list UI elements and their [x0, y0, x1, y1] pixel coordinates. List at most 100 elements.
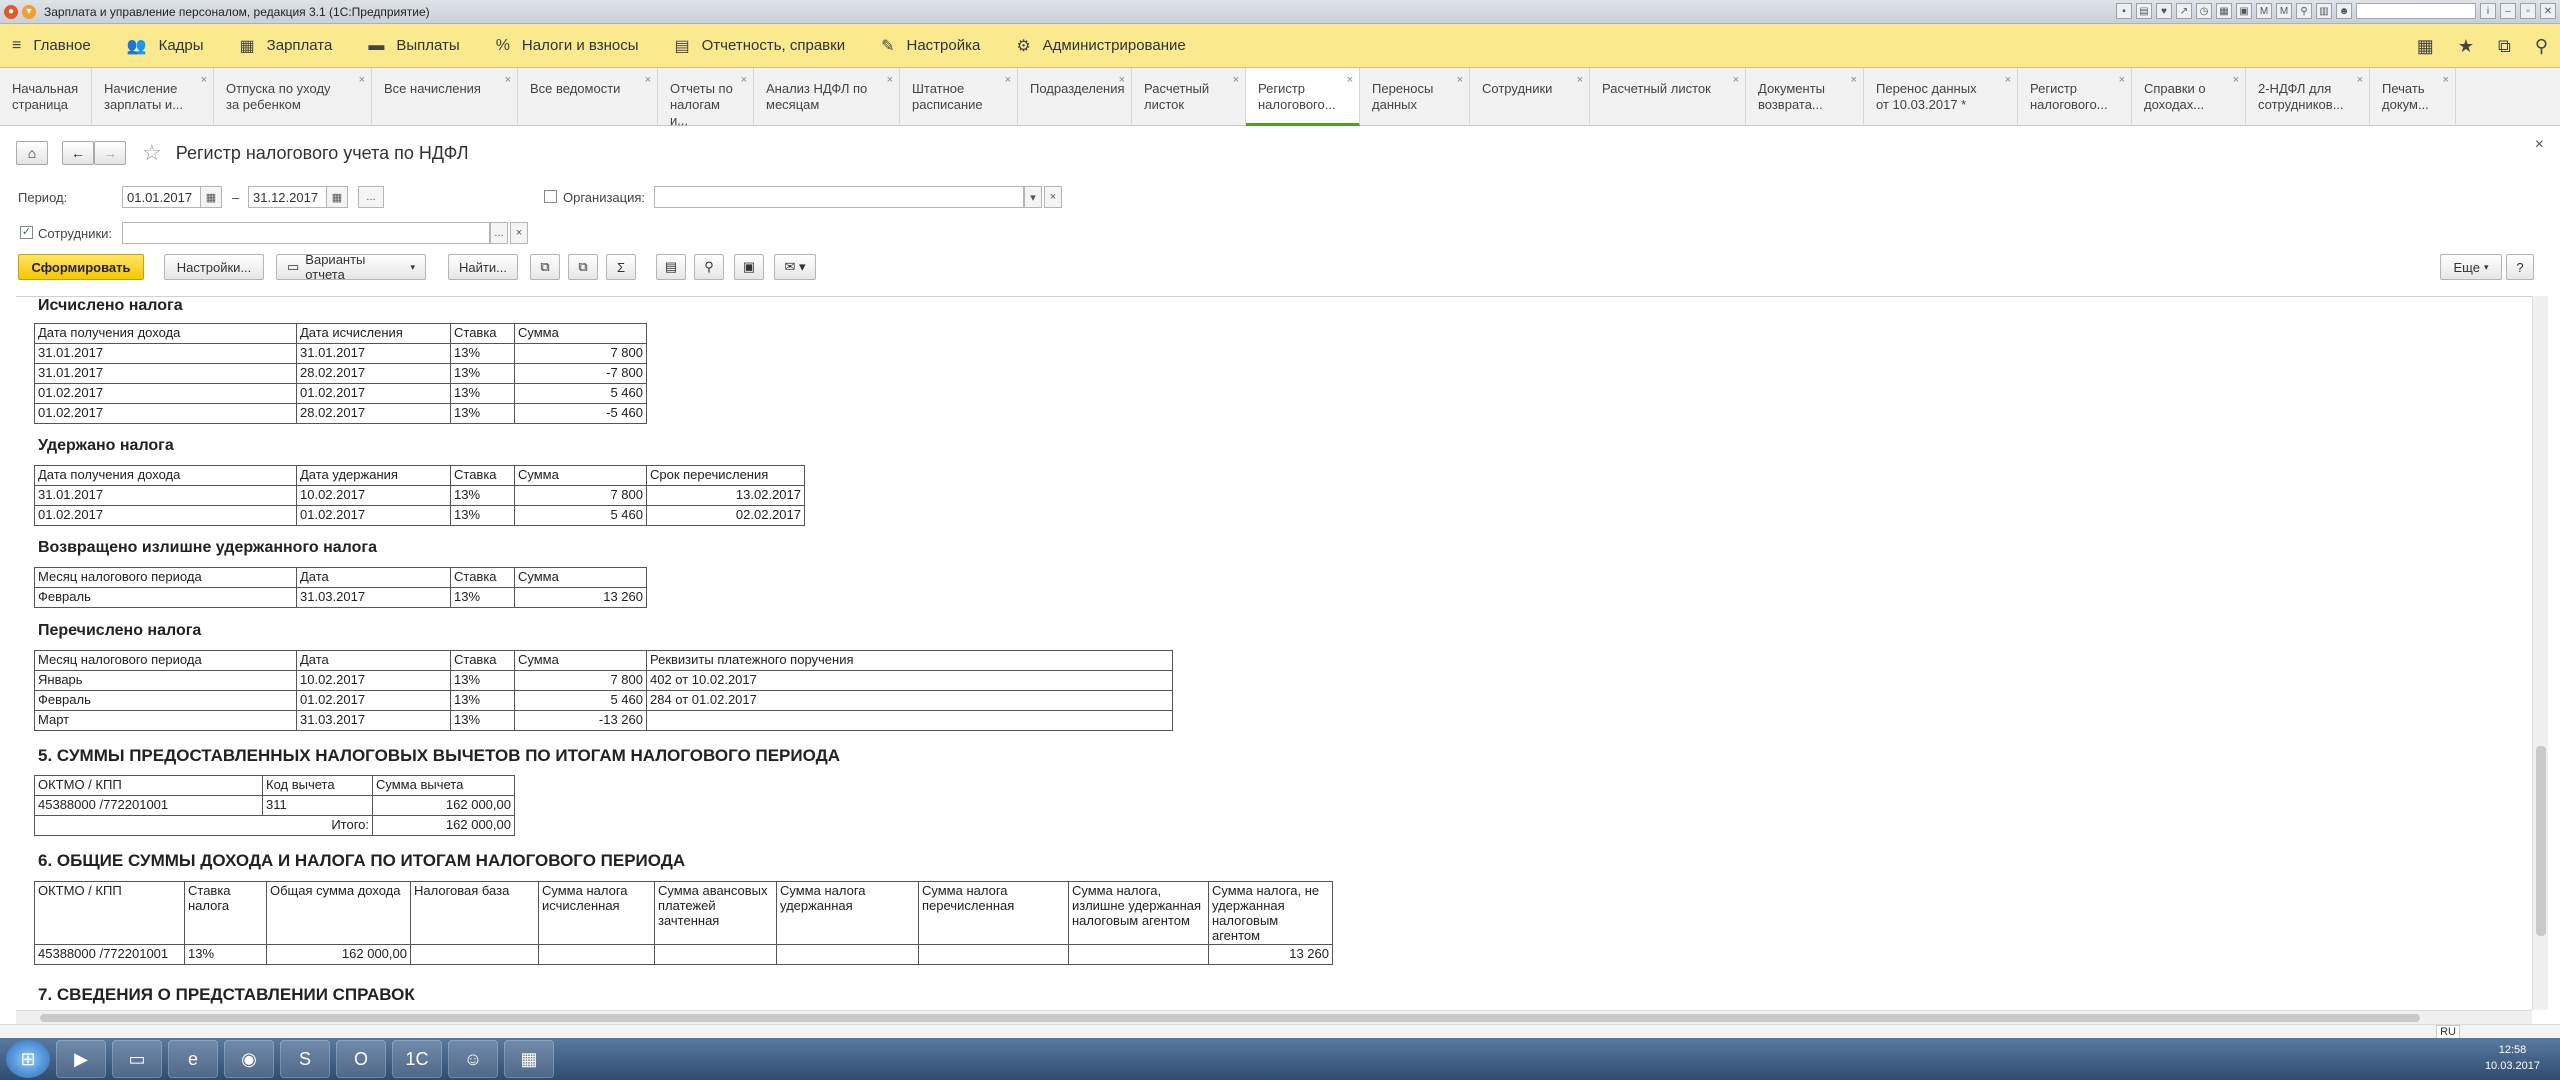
tab-10[interactable]: Расчетный листок ×	[1132, 68, 1246, 126]
tab-17[interactable]: Регистр налогового... ×	[2018, 68, 2132, 126]
tab-1[interactable]: Начальная страница	[0, 68, 92, 126]
save-icon[interactable]: ▣	[734, 254, 764, 280]
history-icon[interactable]: ⧉	[2498, 36, 2511, 57]
start-button-icon[interactable]: ⊞	[6, 1040, 50, 1078]
tab-7[interactable]: Анализ НДФЛ по месяцам ×	[754, 68, 900, 126]
media-player-icon[interactable]: ▶	[56, 1040, 106, 1078]
tab-16[interactable]: Перенос данных от 10.03.2017 * ×	[1864, 68, 2018, 126]
1c-enterprise-icon[interactable]: 1C	[392, 1040, 442, 1078]
section-taxes[interactable]: % Налоги и взносы	[496, 37, 639, 55]
tab-close-icon[interactable]: ×	[887, 72, 893, 88]
info-icon[interactable]: i	[2480, 3, 2496, 19]
tab-20[interactable]: Печать докум... ×	[2370, 68, 2456, 126]
tab-2[interactable]: Начисление зарплаты и... ×	[92, 68, 214, 126]
save-icon[interactable]: ▪	[2116, 3, 2132, 19]
panels-icon[interactable]: ▥	[2316, 3, 2332, 19]
app-menu-icon[interactable]: ●	[4, 4, 18, 19]
tab-close-icon[interactable]: ×	[1233, 72, 1239, 88]
tab-14[interactable]: Расчетный листок ×	[1590, 68, 1746, 126]
clear-icon[interactable]: ×	[1044, 186, 1062, 208]
calendar-icon[interactable]: ▦	[326, 186, 348, 208]
tab-5[interactable]: Все ведомости ×	[518, 68, 658, 126]
print-icon[interactable]: ▤	[656, 254, 686, 280]
report-variants-button[interactable]: ▭ Варианты отчета ▾	[276, 252, 426, 282]
settings-button[interactable]: Настройки...	[164, 254, 264, 280]
forward-button[interactable]: →	[94, 141, 126, 165]
tab-3[interactable]: Отпуска по уходу за ребенком ×	[214, 68, 372, 126]
minimize-icon[interactable]: –	[2500, 3, 2516, 19]
tab-close-icon[interactable]: ×	[359, 72, 365, 88]
tab-9[interactable]: Подразделения ×	[1018, 68, 1132, 126]
tab-close-icon[interactable]: ×	[1457, 72, 1463, 88]
tab-close-icon[interactable]: ×	[201, 72, 207, 88]
employees-select-button[interactable]: ...	[490, 222, 508, 244]
tab-19[interactable]: 2-НДФЛ для сотрудников... ×	[2246, 68, 2370, 126]
favorites-icon[interactable]: ♥	[2156, 3, 2172, 19]
spreadsheet-icon[interactable]: ▦	[504, 1040, 554, 1078]
generate-button[interactable]: Сформировать	[18, 254, 144, 280]
tab-close-icon[interactable]: ×	[2005, 72, 2011, 88]
clear-icon[interactable]: ×	[510, 222, 528, 244]
tab-12[interactable]: Переносы данных ×	[1360, 68, 1470, 126]
tab-close-icon[interactable]: ×	[1347, 72, 1353, 88]
bookmark-plus-icon[interactable]: M	[2276, 3, 2292, 19]
tab-15[interactable]: Документы возврата... ×	[1746, 68, 1864, 126]
more-button[interactable]: Еще ▾	[2440, 254, 2502, 280]
employees-field[interactable]	[122, 222, 490, 244]
tab-close-icon[interactable]: ×	[1851, 72, 1857, 88]
tab-close-icon[interactable]: ×	[2119, 72, 2125, 88]
find-button[interactable]: Найти...	[448, 254, 518, 280]
section-reports[interactable]: ▤ Отчетность, справки	[675, 36, 846, 56]
skype-icon[interactable]: S	[280, 1040, 330, 1078]
section-salary[interactable]: ▦ Зарплата	[240, 36, 333, 56]
tab-close-icon[interactable]: ×	[1733, 72, 1739, 88]
tab-18[interactable]: Справки о доходах... ×	[2132, 68, 2246, 126]
tab-6[interactable]: Отчеты по налогам и... ×	[658, 68, 754, 128]
tab-close-icon[interactable]: ×	[2357, 72, 2363, 88]
link-icon[interactable]: ↗	[2176, 3, 2192, 19]
tab-11[interactable]: Регистр налогового... ×	[1246, 68, 1360, 126]
tab-close-icon[interactable]: ×	[1005, 72, 1011, 88]
all-functions-icon[interactable]: ▦	[2417, 36, 2434, 57]
period-select-button[interactable]: ...	[358, 186, 384, 208]
section-admin[interactable]: ⚙ Администрирование	[1016, 36, 1185, 56]
organization-field[interactable]	[654, 186, 1024, 208]
app-dropdown-icon[interactable]: ▾	[22, 4, 36, 19]
close-form-icon[interactable]: ×	[2535, 136, 2544, 154]
section-settings[interactable]: ✎ Настройка	[881, 36, 980, 56]
preview-icon[interactable]: ⚲	[694, 254, 724, 280]
sum-icon[interactable]: Σ	[606, 254, 636, 280]
user-icon[interactable]: ☻	[2336, 3, 2352, 19]
close-icon[interactable]: ✕	[2540, 3, 2556, 19]
language-indicator[interactable]: RU	[2436, 1025, 2460, 1039]
bookmark-icon[interactable]: M	[2256, 3, 2272, 19]
employees-checkbox[interactable]: ✓	[20, 226, 33, 239]
agent-icon[interactable]: ☺	[448, 1040, 498, 1078]
outlook-icon[interactable]: O	[336, 1040, 386, 1078]
tab-close-icon[interactable]: ×	[2443, 72, 2449, 88]
section-main[interactable]: ≡ Главное	[12, 37, 91, 55]
tab-close-icon[interactable]: ×	[645, 72, 651, 88]
mail-icon[interactable]: ✉ ▾	[774, 254, 816, 280]
tab-4[interactable]: Все начисления ×	[372, 68, 518, 126]
section-payments[interactable]: ▬ Выплаты	[368, 37, 459, 55]
vertical-scrollbar[interactable]	[2532, 296, 2548, 1010]
expand-groups-icon[interactable]: ⧉	[530, 254, 560, 280]
favorites-star-icon[interactable]: ★	[2458, 36, 2474, 57]
section-hr[interactable]: 👥 Кадры	[127, 36, 204, 56]
scrollbar-thumb[interactable]	[2536, 746, 2546, 936]
tab-close-icon[interactable]: ×	[1577, 72, 1583, 88]
collapse-groups-icon[interactable]: ⧉	[568, 254, 598, 280]
magnify-icon[interactable]: ⚲	[2296, 3, 2312, 19]
chevron-down-icon[interactable]: ▾	[1024, 186, 1042, 208]
print-icon[interactable]: ▤	[2136, 3, 2152, 19]
tab-8[interactable]: Штатное расписание ×	[900, 68, 1018, 126]
calendar-icon[interactable]: ▣	[2236, 3, 2252, 19]
tab-close-icon[interactable]: ×	[2233, 72, 2239, 88]
firefox-icon[interactable]: ◉	[224, 1040, 274, 1078]
calculator-icon[interactable]: ▦	[2216, 3, 2232, 19]
search-icon[interactable]: ⚲	[2535, 36, 2548, 57]
tab-close-icon[interactable]: ×	[505, 72, 511, 88]
back-button[interactable]: ←	[62, 141, 94, 165]
horizontal-scrollbar[interactable]	[16, 1010, 2532, 1024]
